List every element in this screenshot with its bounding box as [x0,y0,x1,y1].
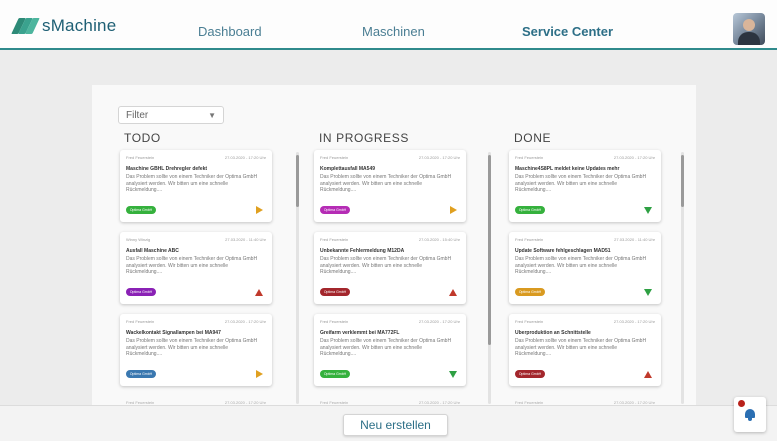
triangle-down-icon[interactable] [644,207,652,214]
company-tag[interactable]: Optima GmbH [320,288,350,296]
card-title: Update Software fehlgeschlagen MAD51 [515,248,611,254]
card-timestamp: 27.03.2020 - 15:40 Uhr [418,237,460,242]
triangle-down-icon[interactable] [449,371,457,378]
card-meta: Fred Feuerstein 27.03.2020 - 17:20 Uhr [320,319,460,324]
bell-icon [745,409,755,421]
company-tag[interactable]: Optima GmbH [126,206,156,214]
logo-mark-icon [11,18,40,34]
card-description: Das Problem sollte von einem Techniker d… [515,174,647,193]
ticket-card[interactable]: Fred Feuerstein 27.03.2020 - 17:20 Uhr Wa… [120,314,272,386]
company-tag[interactable]: Optima GmbH [320,206,350,214]
card-author: Fred Feuerstein [515,400,544,405]
card-meta: Fred Feuerstein 27.03.2020 - 17:20 Uhr [515,319,655,324]
card-description: Das Problem sollte von einem Techniker d… [320,338,452,357]
play-right-icon[interactable] [256,206,263,214]
ticket-card[interactable]: Winny Winzig 27.03.2020 - 11:40 Uhr Ausfa… [120,232,272,304]
card-description: Das Problem sollte von einem Techniker d… [515,338,647,357]
ticket-card[interactable]: Fred Feuerstein 27.03.2020 - 17:20 Uhr Ko… [314,150,466,222]
card-meta: Fred Feuerstein 27.03.2020 - 17:20 Uhr [320,155,460,160]
column-title-done: DONE [514,131,552,145]
card-author: Winny Winzig [126,237,151,242]
card-title: Überproduktion an Schnittstelle [515,330,591,336]
card-meta: Fred Feuerstein 27.03.2020 - 17:20 Uhr [126,155,266,160]
card-timestamp: 27.03.2020 - 17:20 Uhr [613,155,655,160]
card-author: Fred Feuerstein [515,319,544,324]
card-title: Komplettausfall MA549 [320,166,376,172]
ticket-card[interactable]: Fred Feuerstein 27.03.2020 - 17:20 Uhr Ma… [120,150,272,222]
card-timestamp: 27.03.2020 - 17:20 Uhr [613,319,655,324]
card-description: Das Problem sollte von einem Techniker d… [126,174,258,193]
logo-text: sMachine [42,16,117,35]
company-tag[interactable]: Optima GmbH [515,370,545,378]
play-right-icon[interactable] [256,370,263,378]
card-timestamp: 27.03.2020 - 17:20 Uhr [418,319,460,324]
card-timestamp: 27.03.2020 - 17:20 Uhr [224,400,266,405]
card-description: Das Problem sollte von einem Techniker d… [515,256,647,275]
scrollbar-thumb-in-progress[interactable] [488,155,491,345]
chevron-down-icon: ▼ [208,111,216,120]
card-author: Fred Feuerstein [126,319,155,324]
play-right-icon[interactable] [450,206,457,214]
create-new-button[interactable]: Neu erstellen [343,414,448,436]
card-timestamp: 27.03.2020 - 11:40 Uhr [614,237,655,242]
card-author: Fred Feuerstein [320,237,349,242]
triangle-down-icon[interactable] [644,289,652,296]
company-tag[interactable]: Optima GmbH [515,206,545,214]
company-tag[interactable]: Optima GmbH [515,288,545,296]
card-author: Fred Feuerstein [515,155,544,160]
company-tag[interactable]: Optima GmbH [126,288,156,296]
filter-dropdown[interactable]: Filter ▼ [118,106,224,124]
card-meta: Fred Feuerstein 27.03.2020 - 15:40 Uhr [320,237,460,242]
filter-label: Filter [126,110,149,121]
card-author: Fred Feuerstein [515,237,544,242]
card-title: Unbekannte Fehlermeldung M12DA [320,248,405,254]
card-title: Ausfall Maschine ABC [126,248,179,254]
card-description: Das Problem sollte von einem Techniker d… [320,256,452,275]
card-title: Greifarm verklemmt bei MA772FL [320,330,400,336]
scrollbar-thumb-done[interactable] [681,155,684,207]
user-avatar[interactable] [733,13,765,45]
ticket-card[interactable]: Fred Feuerstein 27.03.2020 - 17:20 Uhr Üb… [509,314,661,386]
card-timestamp: 27.03.2020 - 11:40 Uhr [225,237,266,242]
card-title: Maschine GBHL Drehregler defekt [126,166,208,172]
column-title-in-progress: IN PROGRESS [319,131,409,145]
card-description: Das Problem sollte von einem Techniker d… [126,256,258,275]
column-title-todo: TODO [124,131,161,145]
app-logo[interactable]: sMachine [11,16,117,36]
card-title: Wackelkontakt Signallampen bei MA947 [126,330,221,336]
triangle-up-icon[interactable] [644,371,652,378]
card-timestamp: 27.03.2020 - 17:20 Uhr [224,155,266,160]
card-meta: Fred Feuerstein 27.03.2020 - 17:20 Uhr [126,319,266,324]
nav-service-center[interactable]: Service Center [522,24,613,39]
triangle-up-icon[interactable] [449,289,457,296]
card-author: Fred Feuerstein [320,400,349,405]
company-tag[interactable]: Optima GmbH [126,370,156,378]
triangle-up-icon[interactable] [255,289,263,296]
card-author: Fred Feuerstein [126,400,155,405]
card-author: Fred Feuerstein [320,155,349,160]
card-title: Maschine4S8PL meldet keine Updates mehr [515,166,620,172]
nav-dashboard[interactable]: Dashboard [198,24,262,39]
card-timestamp: 27.03.2020 - 17:20 Uhr [613,400,655,405]
card-meta: Fred Feuerstein 27.03.2020 - 11:40 Uhr [515,237,655,242]
scrollbar-thumb-todo[interactable] [296,155,299,207]
card-timestamp: 27.03.2020 - 17:20 Uhr [418,155,460,160]
ticket-card[interactable]: Fred Feuerstein 27.03.2020 - 15:40 Uhr Un… [314,232,466,304]
notifications-button[interactable] [734,397,766,432]
card-meta: Winny Winzig 27.03.2020 - 11:40 Uhr [126,237,266,242]
card-meta: Fred Feuerstein 27.03.2020 - 17:20 Uhr [515,155,655,160]
card-author: Fred Feuerstein [320,319,349,324]
ticket-card[interactable]: Fred Feuerstein 27.03.2020 - 17:20 Uhr Gr… [314,314,466,386]
company-tag[interactable]: Optima GmbH [320,370,350,378]
ticket-card[interactable]: Fred Feuerstein 27.03.2020 - 17:20 Uhr Ma… [509,150,661,222]
top-navigation-bar: sMachine Dashboard Maschinen Service Cen… [0,0,777,50]
card-description: Das Problem sollte von einem Techniker d… [126,338,258,357]
ticket-card[interactable]: Fred Feuerstein 27.03.2020 - 11:40 Uhr Up… [509,232,661,304]
card-timestamp: 27.03.2020 - 17:20 Uhr [224,319,266,324]
card-description: Das Problem sollte von einem Techniker d… [320,174,452,193]
nav-maschinen[interactable]: Maschinen [362,24,425,39]
notification-dot-icon [738,400,745,407]
card-timestamp: 27.03.2020 - 17:20 Uhr [418,400,460,405]
card-author: Fred Feuerstein [126,155,155,160]
